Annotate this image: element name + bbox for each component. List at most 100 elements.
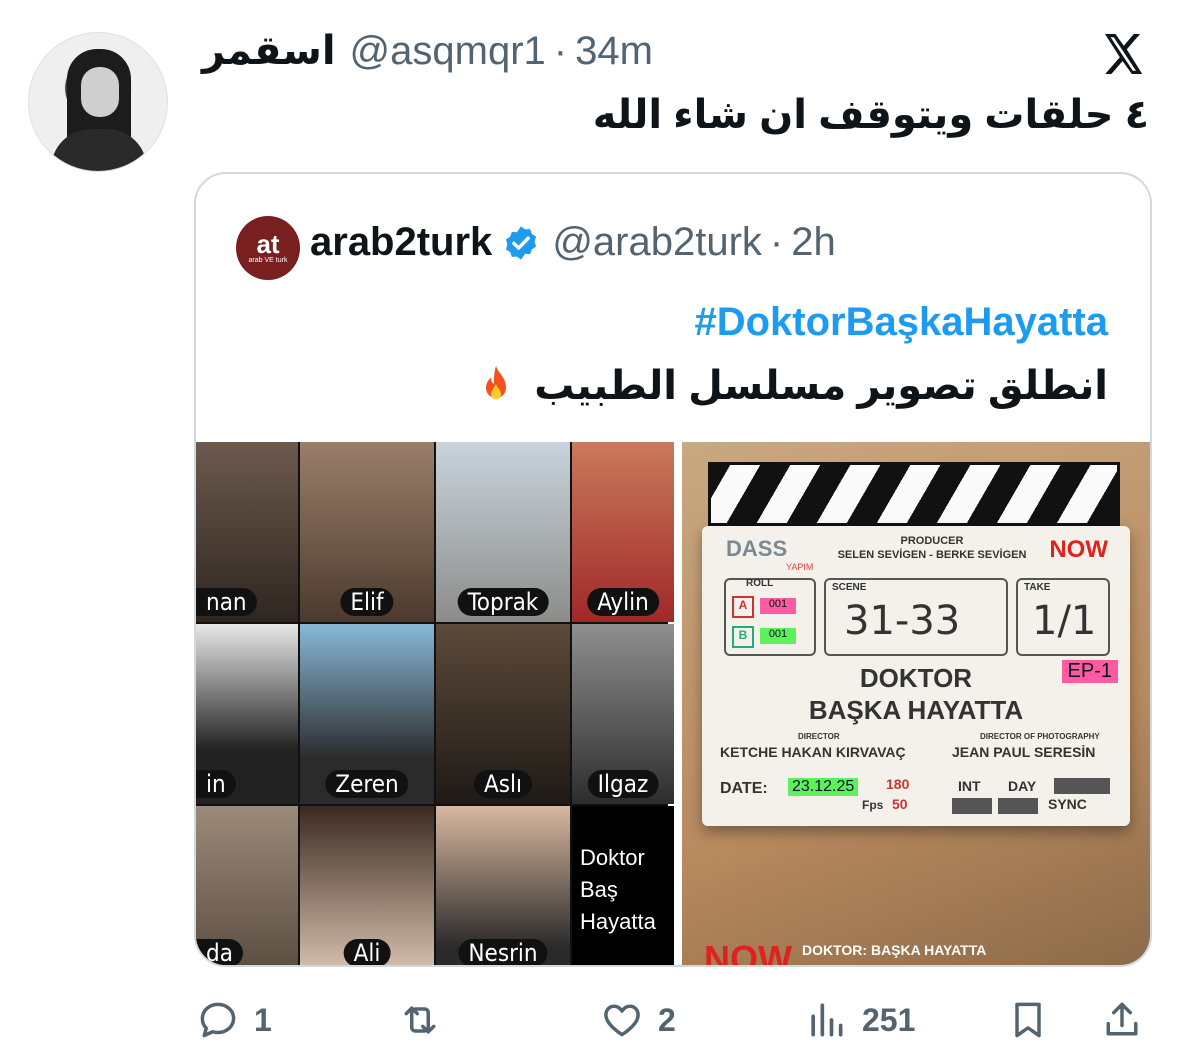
slate-producer-label: PRODUCER	[900, 535, 964, 547]
slate-roll-b: B	[732, 626, 754, 648]
cast-cell-title: Doktor Baş Hayatta	[572, 806, 674, 965]
cast-label: Toprak	[457, 588, 549, 616]
slate-take-value: 1/1	[1032, 598, 1097, 644]
slate-int-label: INT	[958, 778, 981, 794]
views-count: 251	[862, 1001, 916, 1038]
slate-director-name: KETCHE HAKAN KIRVAVAÇ	[720, 744, 906, 760]
slate-a-value: 180	[886, 776, 910, 792]
slate-roll-label: ROLL	[746, 578, 774, 589]
repost-button[interactable]	[398, 990, 456, 1050]
verified-badge-icon	[506, 225, 537, 260]
bookmark-button[interactable]	[1006, 990, 1050, 1050]
slate-take-label: TAKE	[1024, 582, 1051, 593]
slate-title-line2: BAŞKA HAYATTA	[808, 695, 1024, 725]
quoted-time[interactable]: 2h	[791, 220, 836, 265]
slate-roll-b-value: 001	[760, 628, 796, 644]
bottom-title: DOKTOR: BAŞKA HAYATTA	[802, 942, 987, 958]
slate-redaction	[998, 798, 1038, 814]
slate-fps-label: Fps	[862, 798, 884, 812]
quoted-avatar[interactable]: at arab VE turk	[236, 216, 300, 280]
quoted-tweet[interactable]: at arab VE turk arab2turk @arab2turk · 2…	[194, 172, 1152, 967]
cast-label: in	[196, 770, 236, 798]
tweet-text: ٤ حلقات ويتوقف ان شاء الله	[592, 93, 1149, 137]
cast-cell: Elif	[300, 442, 434, 622]
slate-redaction	[1054, 778, 1110, 794]
slate-date-value: 23.12.25	[788, 778, 859, 796]
slate-roll-a-value: 001	[760, 598, 796, 614]
cast-title-text: Doktor Baş Hayatta	[580, 844, 656, 934]
clapperboard-image[interactable]: DASS YAPIM PRODUCER SELEN SEVİGEN - BERK…	[682, 442, 1150, 967]
repost-icon	[404, 1006, 436, 1034]
cast-cell: nan	[196, 442, 298, 622]
slate-date-label: DATE:	[720, 780, 768, 797]
cast-cell: Zeren	[300, 624, 434, 804]
cast-label: nan	[196, 588, 257, 616]
cast-grid-image[interactable]: nan Elif Toprak Aylin in Zeren Aslı Ilga…	[196, 442, 674, 965]
slate-director-label: DIRECTOR	[798, 732, 840, 741]
slate-scene-label: SCENE	[832, 582, 867, 593]
cast-label: Ali	[343, 939, 391, 965]
author-avatar[interactable]	[28, 32, 168, 172]
slate-fps-value: 50	[892, 796, 908, 812]
cast-label: Ilgaz	[587, 770, 659, 798]
x-logo-icon	[1105, 34, 1143, 74]
quoted-text: انطلق تصوير مسلسل الطبيب	[534, 364, 1108, 408]
slate-producer: PRODUCER SELEN SEVİGEN - BERKE SEVİGEN	[822, 534, 1042, 562]
cast-label: Nesrin	[458, 939, 548, 965]
clapper-stripes	[708, 462, 1120, 526]
header-separator: ·	[553, 28, 568, 73]
slate-roll-a: A	[732, 596, 754, 618]
views-chart-icon	[811, 1003, 843, 1037]
reply-button[interactable]: 1	[196, 990, 272, 1050]
slate-scene-box: SCENE 31-33	[824, 578, 1008, 656]
cast-label: Aylin	[587, 588, 659, 616]
hashtag-link[interactable]: #DoktorBaşkaHayatta	[694, 300, 1108, 345]
heart-icon	[604, 1004, 640, 1037]
bottom-network-logo: NOW	[704, 938, 792, 967]
quoted-text-row: انطلق تصوير مسلسل الطبيب	[472, 362, 1108, 410]
slate-dop-label: DIRECTOR OF PHOTOGRAPHY	[980, 732, 1100, 741]
tweet-time[interactable]: 34m	[575, 29, 653, 74]
cast-cell: Aylin	[572, 442, 674, 622]
slate-roll-box: ROLL A 001 B 001	[724, 578, 816, 656]
slate-producer-names: SELEN SEVİGEN - BERKE SEVİGEN	[837, 549, 1027, 561]
slate-sync-label: SYNC	[1048, 796, 1087, 812]
quoted-display-name[interactable]: arab2turk	[310, 220, 492, 265]
cast-cell: Aslı	[436, 624, 570, 804]
cast-cell: Nesrin	[436, 806, 570, 965]
cast-cell: Ali	[300, 806, 434, 965]
share-button[interactable]	[1100, 990, 1144, 1050]
slate-network: NOW	[1049, 536, 1108, 563]
bookmark-icon	[1015, 1002, 1041, 1038]
slate-board: DASS YAPIM PRODUCER SELEN SEVİGEN - BERK…	[702, 526, 1130, 826]
action-bar: 1 2 251	[0, 990, 1179, 1050]
slate-company: DASS	[726, 536, 788, 561]
author-display-name[interactable]: اسقمر	[202, 28, 336, 74]
author-handle[interactable]: @asqmqr1	[350, 29, 546, 74]
fire-emoji-icon	[486, 366, 507, 400]
quoted-separator: ·	[769, 220, 784, 264]
cast-label: da	[196, 939, 243, 965]
tweet-header: اسقمر @asqmqr1 · 34m	[190, 28, 653, 74]
cast-cell: Ilgaz	[572, 624, 674, 804]
cast-cell: da	[196, 806, 298, 965]
avatar-face	[81, 67, 119, 117]
like-button[interactable]: 2	[600, 990, 676, 1050]
share-icon	[1106, 1002, 1138, 1036]
slate-redaction	[952, 798, 992, 814]
cast-label: Zeren	[325, 770, 409, 798]
quoted-avatar-sub: arab VE turk	[248, 257, 288, 264]
quoted-handle[interactable]: @arab2turk	[552, 220, 762, 265]
quoted-avatar-logo: at	[256, 229, 280, 259]
reply-count: 1	[254, 1001, 272, 1038]
views-button[interactable]: 251	[804, 990, 915, 1050]
slate-day-label: DAY	[1008, 778, 1037, 794]
slate-take-box: TAKE 1/1	[1016, 578, 1110, 656]
avatar-body	[51, 129, 147, 171]
quoted-header: arab2turk @arab2turk · 2h	[310, 220, 836, 265]
cast-cell: in	[196, 624, 298, 804]
cast-cell: Toprak	[436, 442, 570, 622]
slate-episode: EP-1	[1061, 660, 1118, 683]
reply-icon	[200, 1002, 236, 1038]
cast-label: Aslı	[473, 770, 533, 798]
